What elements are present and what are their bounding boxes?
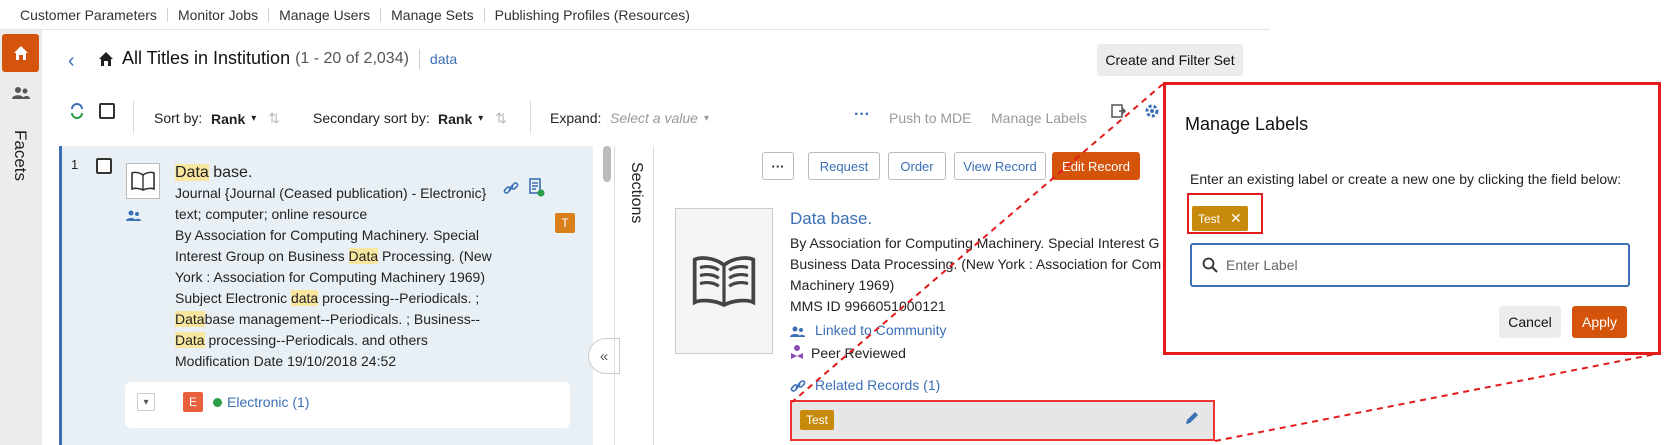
expand-select[interactable]: Select a value ▾ — [610, 110, 709, 126]
facets-toggle[interactable]: Facets — [2, 126, 38, 196]
peer-reviewed-label: Peer Reviewed — [811, 345, 906, 361]
expand-chevron-icon[interactable]: ▾ — [137, 393, 155, 411]
community-icon — [126, 210, 141, 221]
more-actions-icon[interactable]: ··· — [854, 106, 870, 124]
linked-to-community-link[interactable]: Linked to Community — [815, 322, 947, 338]
refresh-icon[interactable] — [69, 103, 85, 119]
result-title[interactable]: Data base. — [175, 162, 505, 183]
create-and-filter-set-button[interactable]: Create and Filter Set — [1097, 44, 1243, 76]
users-button[interactable] — [8, 82, 34, 104]
result-count: (1 - 20 of 2,034) — [295, 49, 409, 67]
request-button[interactable]: Request — [808, 152, 880, 180]
secondary-sort-value: Rank — [438, 110, 473, 127]
nav-manage-sets[interactable]: Manage Sets — [381, 7, 485, 22]
book-icon — [131, 171, 155, 191]
people-icon — [12, 87, 30, 99]
selected-label-chip[interactable]: Test ✕ — [1192, 206, 1248, 231]
back-chevron-icon[interactable]: ‹ — [68, 50, 75, 73]
result-format: Journal {Journal (Ceased publication) - … — [175, 185, 487, 201]
home-icon[interactable] — [98, 51, 114, 67]
divider — [133, 100, 134, 134]
result-type: text; computer; online resource — [175, 206, 368, 222]
expand-label: Expand: — [550, 110, 602, 126]
record-details: By Association for Computing Machinery. … — [790, 233, 1170, 317]
peer-reviewed-icon — [791, 345, 803, 359]
availability-dot-icon — [213, 398, 222, 407]
manage-labels-button[interactable]: Manage Labels — [991, 110, 1087, 126]
export-icon[interactable] — [1110, 103, 1126, 119]
secondary-sort-select[interactable]: Rank ▾ ⇅ — [438, 110, 507, 127]
link-icon[interactable] — [503, 180, 519, 196]
expand-placeholder: Select a value — [610, 110, 698, 126]
page-header: All Titles in Institution (1 - 20 of 2,0… — [98, 48, 457, 69]
link-icon — [790, 380, 806, 392]
select-all-checkbox[interactable] — [99, 103, 115, 119]
book-icon — [692, 256, 756, 308]
search-icon — [1202, 257, 1218, 273]
record-thumbnail — [675, 208, 773, 354]
edit-record-button[interactable]: Edit Record — [1052, 152, 1140, 180]
result-checkbox[interactable] — [96, 158, 112, 174]
nav-customer-parameters[interactable]: Customer Parameters — [0, 7, 168, 22]
sort-by-label: Sort by: — [154, 110, 203, 126]
nav-publishing-profiles[interactable]: Publishing Profiles (Resources) — [485, 8, 700, 22]
chip-label: Test — [1198, 211, 1221, 226]
page-title: All Titles in Institution — [122, 48, 291, 68]
record-status-icon — [529, 178, 545, 197]
top-nav: Customer Parameters Monitor Jobs Manage … — [0, 0, 1270, 30]
sections-label: Sections — [628, 162, 645, 224]
sort-direction-icon[interactable]: ⇅ — [268, 110, 280, 127]
label-tag: Test — [800, 410, 835, 430]
mms-id: MMS ID 9966051000121 — [790, 298, 946, 314]
sort-direction-icon[interactable]: ⇅ — [495, 110, 507, 127]
title-badge: T — [555, 213, 575, 233]
nav-manage-users[interactable]: Manage Users — [269, 7, 382, 22]
dialog-title: Manage Labels — [1185, 114, 1309, 134]
record-more-button[interactable]: ··· — [762, 152, 794, 180]
view-record-button[interactable]: View Record — [954, 152, 1046, 180]
order-button[interactable]: Order — [888, 152, 946, 180]
related-records-link[interactable]: Related Records (1) — [815, 377, 940, 393]
scrollbar-thumb[interactable] — [603, 146, 611, 182]
remove-label-icon[interactable]: ✕ — [1230, 210, 1242, 227]
dialog-description: Enter an existing label or create a new … — [1190, 171, 1622, 187]
result-details: Data base. Journal {Journal (Ceased publ… — [175, 162, 505, 372]
result-subject: Subject Electronic data processing--Peri… — [175, 290, 480, 306]
push-to-mde-button[interactable]: Push to MDE — [889, 110, 971, 126]
result-index: 1 — [71, 157, 79, 172]
pencil-icon[interactable] — [1184, 410, 1200, 426]
cancel-button[interactable]: Cancel — [1499, 306, 1561, 338]
sort-by-value: Rank — [211, 110, 246, 127]
home-button[interactable] — [2, 34, 39, 72]
result-modification-date: Modification Date 19/10/2018 24:52 — [175, 353, 397, 369]
book-thumbnail — [126, 163, 160, 199]
home-icon — [13, 46, 28, 60]
record-title[interactable]: Data base. — [790, 209, 872, 229]
facets-label: Facets — [11, 130, 30, 182]
divider — [418, 48, 420, 69]
electronic-badge: E — [183, 392, 203, 412]
search-term-breadcrumb[interactable]: data — [430, 51, 457, 67]
caret-down-icon: ▾ — [251, 113, 257, 124]
caret-down-icon: ▾ — [703, 112, 709, 124]
caret-down-icon: ▾ — [478, 113, 484, 124]
community-icon — [790, 326, 805, 337]
apply-button[interactable]: Apply — [1572, 306, 1627, 338]
electronic-link[interactable]: Electronic (1) — [227, 394, 309, 410]
sort-by-select[interactable]: Rank ▾ ⇅ — [211, 110, 280, 127]
result-author: By Association for Computing Machinery. … — [175, 227, 480, 243]
secondary-sort-label: Secondary sort by: — [313, 110, 430, 126]
gear-icon[interactable] — [1144, 103, 1160, 119]
nav-monitor-jobs[interactable]: Monitor Jobs — [168, 7, 270, 22]
label-search-field[interactable] — [1190, 243, 1630, 287]
sections-panel-toggle[interactable]: Sections — [614, 146, 654, 445]
label-input[interactable] — [1226, 257, 1606, 273]
divider — [530, 100, 531, 134]
record-labels-box — [790, 400, 1215, 441]
